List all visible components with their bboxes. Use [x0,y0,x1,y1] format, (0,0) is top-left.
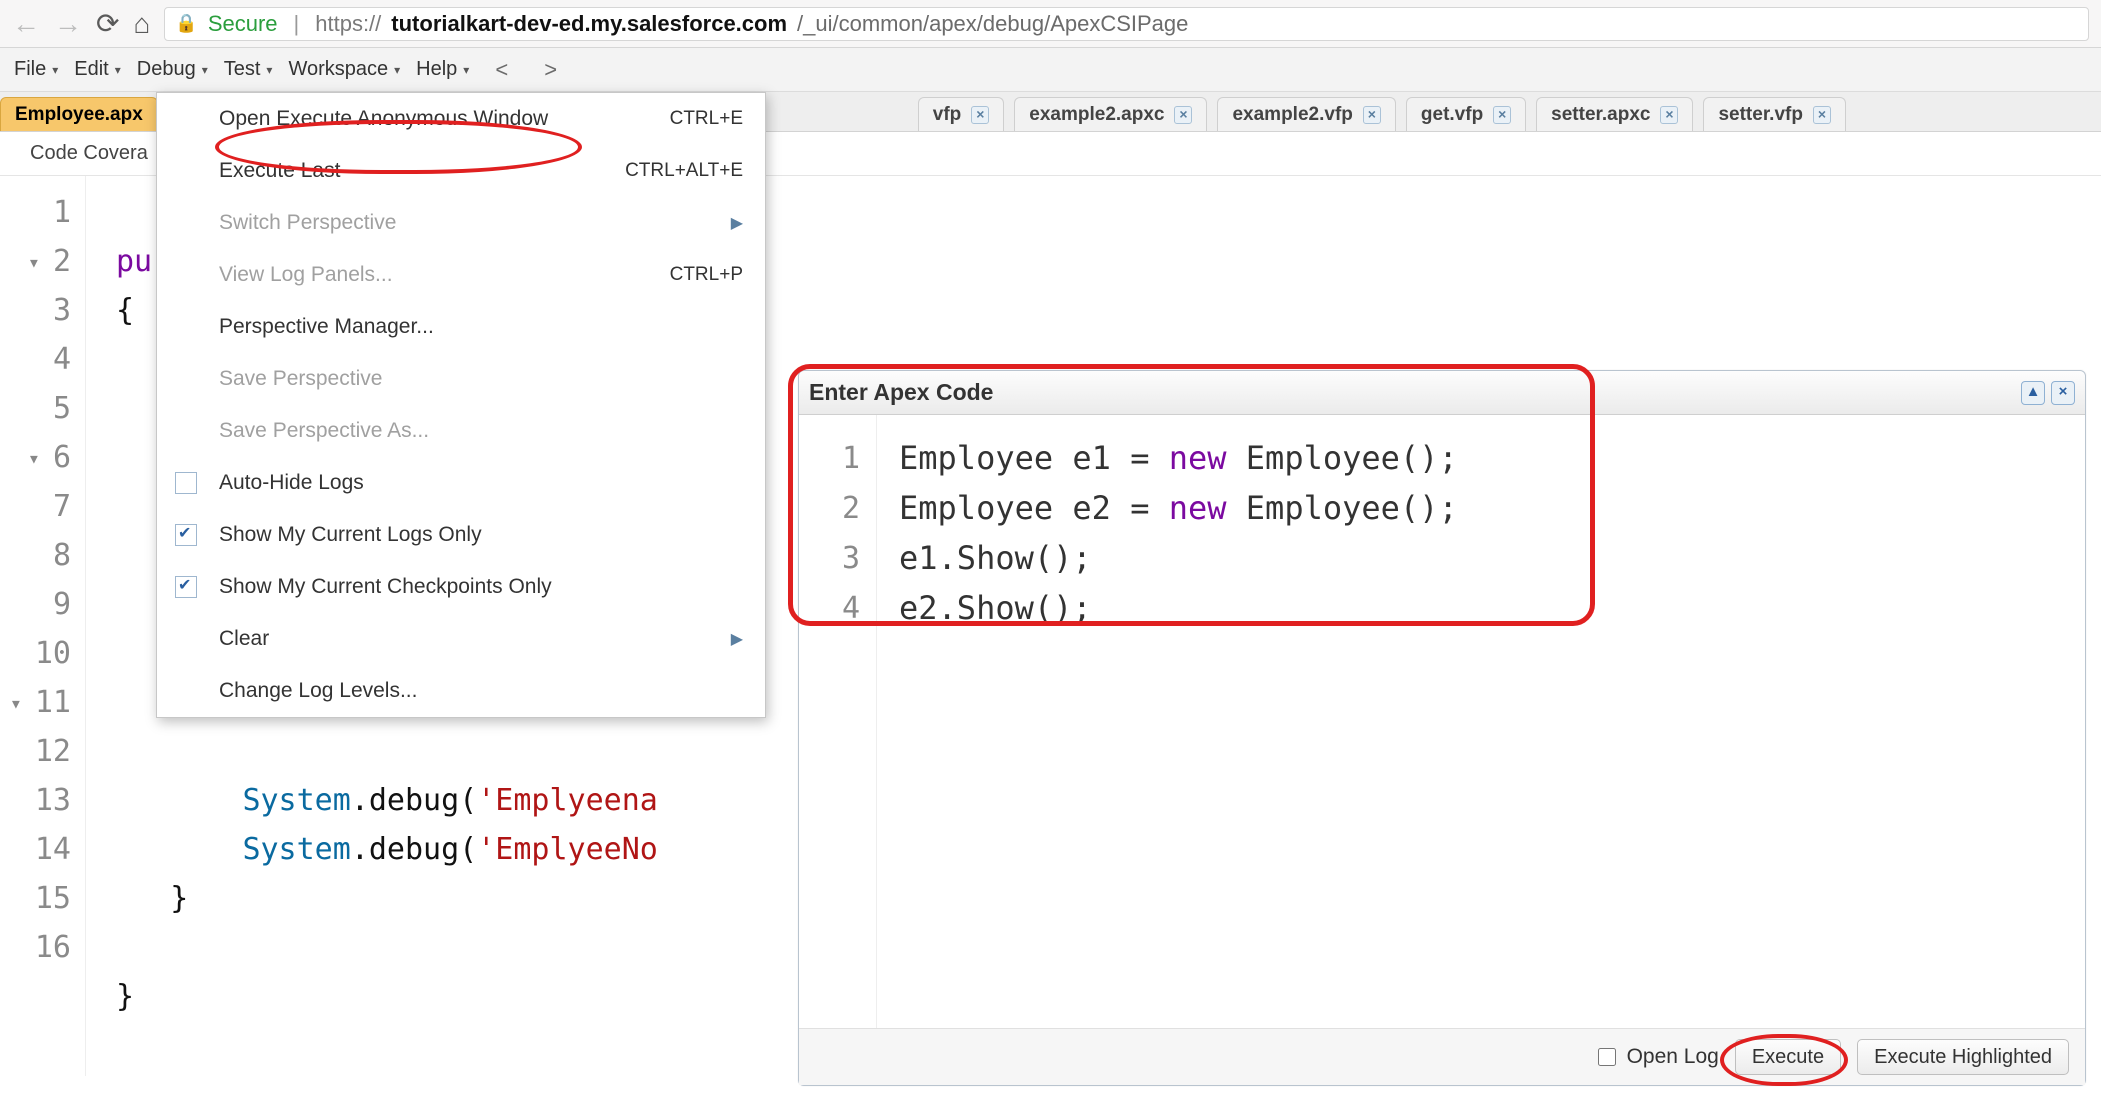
menu-item-label: Show My Current Checkpoints Only [219,575,552,599]
menu-test[interactable]: Test▾ [216,48,281,91]
tab-setter-apxc[interactable]: setter.apxc × [1536,97,1693,131]
close-icon[interactable]: × [971,106,989,124]
home-button[interactable]: ⌂ [133,10,150,38]
menu-shortcut: CTRL+ALT+E [625,160,743,182]
debug-menu-item[interactable]: Show My Current Checkpoints Only [157,561,765,613]
menu-item-label: Execute Last [219,159,340,183]
tab-setter-vfp[interactable]: setter.vfp × [1703,97,1845,131]
secure-label: Secure [208,11,278,37]
url-protocol: https:// [315,11,381,37]
forward-button: → [54,10,82,38]
collapse-icon[interactable]: ▲ [2021,381,2045,405]
debug-menu-item[interactable]: Perspective Manager... [157,301,765,353]
execute-highlighted-button[interactable]: Execute Highlighted [1857,1039,2069,1075]
submenu-icon: ▶ [731,213,743,233]
nav-prev[interactable]: < [477,57,526,83]
tab-example2-apxc[interactable]: example2.apxc × [1014,97,1207,131]
menu-item-label: Open Execute Anonymous Window [219,107,548,131]
tab-vfp[interactable]: vfp × [918,97,1005,131]
tab-employee-apx[interactable]: Employee.apx [0,97,158,131]
menu-edit[interactable]: Edit▾ [66,48,129,91]
close-icon[interactable]: × [1660,106,1678,124]
open-log-input[interactable] [1598,1048,1616,1066]
menu-item-label: Perspective Manager... [219,315,434,339]
close-icon[interactable]: × [1363,106,1381,124]
reload-button[interactable]: ⟳ [96,10,119,38]
debug-menu-item: Save Perspective As... [157,405,765,457]
menu-item-label: Show My Current Logs Only [219,523,482,547]
menu-shortcut: CTRL+E [670,108,743,130]
menu-bar: File▾ Edit▾ Debug▾ Test▾ Workspace▾ Help… [0,48,2101,92]
editor-gutter: 1▾2345▾678910▾111213141516 [0,176,86,1076]
debug-menu-item: View Log Panels... CTRL+P [157,249,765,301]
debug-menu-item: Switch Perspective ▶ [157,197,765,249]
close-icon[interactable]: × [1174,106,1192,124]
code-coverage-label: Code Covera [30,142,148,165]
exec-gutter: 1234 [799,415,877,1028]
menu-item-label: Save Perspective As... [219,419,429,443]
debug-menu-dropdown: Open Execute Anonymous Window CTRL+E Execu… [156,92,766,718]
menu-help[interactable]: Help▾ [408,48,477,91]
tab-example2-vfp[interactable]: example2.vfp × [1217,97,1395,131]
execute-anonymous-panel: Enter Apex Code ▲ × 1234 Employee e1 = n… [798,370,2086,1086]
browser-toolbar: ← → ⟳ ⌂ 🔒 Secure | https://tutorialkart-… [0,0,2101,48]
close-icon[interactable]: × [2051,381,2075,405]
tab-get-vfp[interactable]: get.vfp × [1406,97,1526,131]
exec-code-area[interactable]: Employee e1 = new Employee();Employee e2… [877,415,2085,1028]
checkbox-icon[interactable] [175,576,197,598]
debug-menu-item[interactable]: Auto-Hide Logs [157,457,765,509]
menu-workspace[interactable]: Workspace▾ [280,48,408,91]
checkbox-icon[interactable] [175,524,197,546]
menu-item-label: Auto-Hide Logs [219,471,364,495]
close-icon[interactable]: × [1813,106,1831,124]
menu-shortcut: CTRL+P [670,264,743,286]
menu-item-label: Switch Perspective [219,211,396,235]
debug-menu-item[interactable]: Show My Current Logs Only [157,509,765,561]
open-log-checkbox[interactable]: Open Log [1594,1045,1719,1069]
debug-menu-item[interactable]: Change Log Levels... [157,665,765,717]
debug-menu-item[interactable]: Execute Last CTRL+ALT+E [157,145,765,197]
menu-file[interactable]: File▾ [6,48,66,91]
menu-debug[interactable]: Debug▾ [129,48,216,91]
menu-item-label: Change Log Levels... [219,679,417,703]
address-bar[interactable]: 🔒 Secure | https://tutorialkart-dev-ed.m… [164,7,2089,41]
menu-item-label: Save Perspective [219,367,382,391]
url-path: /_ui/common/apex/debug/ApexCSIPage [797,11,1188,37]
exec-panel-title: Enter Apex Code [809,379,993,406]
execute-button[interactable]: Execute [1735,1039,1841,1075]
nav-next[interactable]: > [526,57,575,83]
back-button: ← [12,10,40,38]
debug-menu-item: Save Perspective [157,353,765,405]
debug-menu-item[interactable]: Open Execute Anonymous Window CTRL+E [157,93,765,145]
submenu-icon: ▶ [731,629,743,649]
lock-icon: 🔒 [175,13,197,34]
exec-panel-titlebar[interactable]: Enter Apex Code ▲ × [799,371,2085,415]
url-host: tutorialkart-dev-ed.my.salesforce.com [391,11,787,37]
close-icon[interactable]: × [1493,106,1511,124]
debug-menu-item[interactable]: Clear ▶ [157,613,765,665]
exec-panel-footer: Open Log Execute Execute Highlighted [799,1029,2085,1085]
menu-item-label: View Log Panels... [219,263,393,287]
menu-item-label: Clear [219,627,269,651]
checkbox-icon[interactable] [175,472,197,494]
